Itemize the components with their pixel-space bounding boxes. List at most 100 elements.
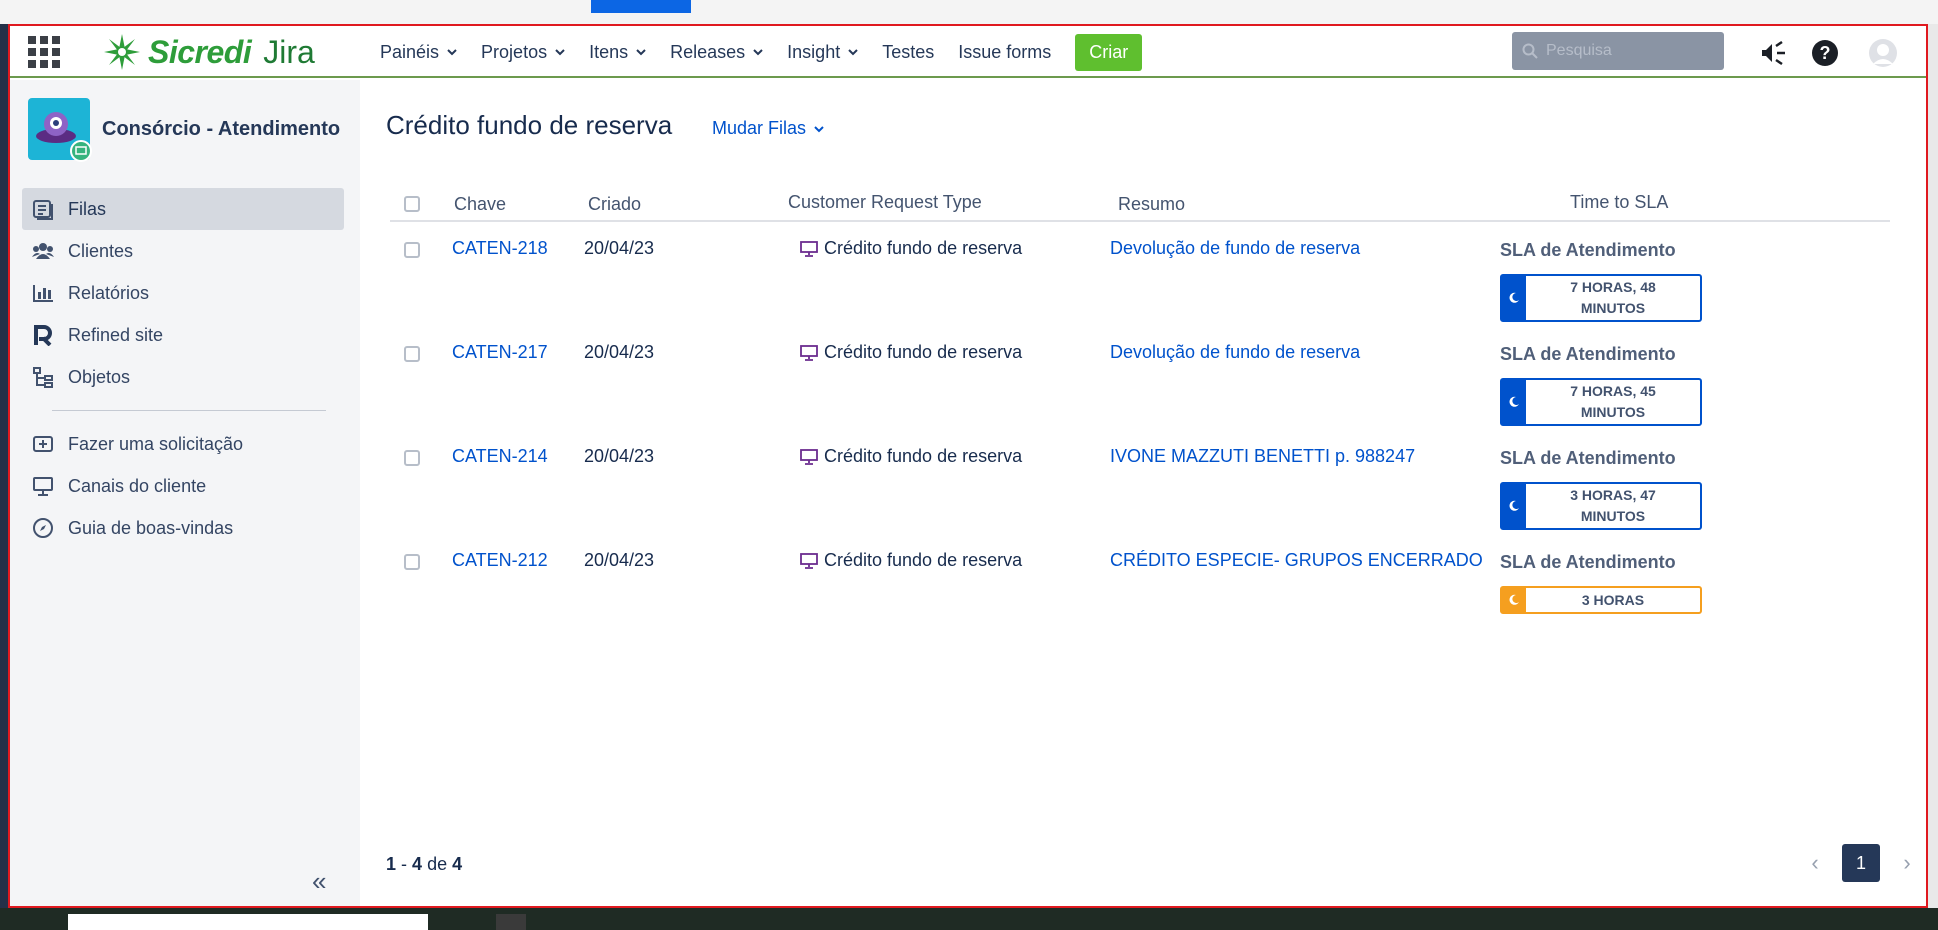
- page-of-label: de: [427, 854, 448, 874]
- sla-remaining: 7 HORAS, 45 MINUTOS: [1526, 380, 1700, 424]
- sla-title: SLA de Atendimento: [1500, 448, 1676, 468]
- project-header[interactable]: Consórcio - Atendimento: [28, 98, 341, 162]
- logo[interactable]: Sicredi Jira: [102, 32, 315, 72]
- sidebar-item-label: Refined site: [68, 324, 164, 345]
- browser-top-strip: [0, 0, 1938, 24]
- request-type-label: Crédito fundo de reserva: [824, 446, 1023, 466]
- reports-icon: [32, 282, 54, 304]
- menu-insight[interactable]: Insight: [787, 42, 858, 63]
- table-row[interactable]: CATEN-212 20/04/23 Crédito fundo de rese…: [390, 542, 1890, 646]
- sidebar-item-canais-cliente[interactable]: Canais do cliente: [22, 465, 344, 507]
- menu-testes[interactable]: Testes: [882, 42, 934, 63]
- summary-link[interactable]: IVONE MAZZUTI BENETTI p. 988247: [1110, 446, 1415, 467]
- sidebar-item-filas[interactable]: Filas: [22, 188, 344, 230]
- taskbar: [0, 908, 1938, 930]
- issue-key-link[interactable]: CATEN-217: [452, 342, 548, 363]
- chevron-down-icon: [814, 125, 824, 132]
- service-badge-icon: [70, 140, 92, 162]
- sidebar-item-label: Guia de boas-vindas: [68, 517, 234, 538]
- sidebar-list: Filas Clientes Relatórios Refined site O…: [22, 188, 344, 549]
- column-time-to-sla[interactable]: Time to SLA: [1570, 192, 1668, 213]
- table-row[interactable]: CATEN-214 20/04/23 Crédito fundo de rese…: [390, 438, 1890, 542]
- monitor-icon: [32, 475, 54, 497]
- app-switcher-icon[interactable]: [28, 36, 60, 68]
- menu-releases[interactable]: Releases: [670, 42, 763, 63]
- sla-remaining: 7 HORAS, 48 MINUTOS: [1526, 276, 1700, 320]
- issue-key-link[interactable]: CATEN-218: [452, 238, 548, 259]
- switch-queues-button[interactable]: Mudar Filas: [712, 118, 824, 139]
- objects-icon: [32, 366, 54, 388]
- collapse-sidebar-icon[interactable]: «: [312, 866, 326, 897]
- menu-issue-forms[interactable]: Issue forms: [958, 42, 1051, 63]
- previous-page-button[interactable]: ‹: [1796, 844, 1834, 882]
- created-date: 20/04/23: [584, 446, 655, 466]
- menu-label: Projetos: [481, 41, 548, 62]
- sidebar-item-clientes[interactable]: Clientes: [22, 230, 344, 272]
- create-button[interactable]: Criar: [1075, 33, 1143, 71]
- svg-text:?: ?: [1820, 43, 1831, 63]
- summary-link[interactable]: Devolução de fundo de reserva: [1110, 238, 1360, 259]
- table-row[interactable]: CATEN-218 20/04/23 Crédito fundo de rese…: [390, 230, 1890, 334]
- column-resumo[interactable]: Resumo: [1118, 194, 1185, 215]
- sla-line: MINUTOS: [1580, 404, 1646, 420]
- search-box[interactable]: [1512, 32, 1724, 70]
- menu-itens[interactable]: Itens: [589, 42, 646, 63]
- column-chave[interactable]: Chave: [454, 194, 506, 215]
- sidebar-item-refined-site[interactable]: Refined site: [22, 314, 344, 356]
- compass-icon: [32, 517, 54, 539]
- help-icon[interactable]: ?: [1810, 38, 1840, 68]
- customers-icon: [32, 240, 54, 262]
- select-all-checkbox[interactable]: [404, 196, 420, 212]
- sidebar-item-label: Clientes: [68, 240, 134, 261]
- taskbar-item[interactable]: [496, 914, 526, 930]
- page-total: 4: [452, 854, 463, 874]
- project-name: Consórcio - Atendimento: [102, 117, 341, 140]
- sidebar-item-objetos[interactable]: Objetos: [22, 356, 344, 398]
- table-header: Chave Criado Customer Request Type Resum…: [390, 190, 1890, 222]
- refined-icon: [32, 324, 54, 346]
- page-to: 4: [412, 854, 423, 874]
- issue-key-link[interactable]: CATEN-214: [452, 446, 548, 467]
- menu-projetos[interactable]: Projetos: [481, 42, 565, 63]
- row-checkbox[interactable]: [404, 242, 420, 258]
- page-from: 1: [386, 854, 397, 874]
- sidebar-item-label: Canais do cliente: [68, 475, 207, 496]
- request-type-label: Crédito fundo de reserva: [824, 550, 1023, 570]
- chevron-down-icon: [555, 49, 565, 56]
- avatar[interactable]: [1868, 38, 1898, 68]
- search-input[interactable]: [1546, 42, 1706, 60]
- sla-line: 7 HORAS, 45: [1570, 383, 1656, 399]
- sla-title: SLA de Atendimento: [1500, 240, 1676, 260]
- row-checkbox[interactable]: [404, 346, 420, 362]
- sidebar-item-label: Objetos: [68, 366, 131, 387]
- summary-link[interactable]: Devolução de fundo de reserva: [1110, 342, 1360, 363]
- switch-queues-label: Mudar Filas: [712, 118, 807, 138]
- column-request-type[interactable]: Customer Request Type: [788, 192, 982, 213]
- window-scroll-edge: [1928, 24, 1938, 908]
- sla-title: SLA de Atendimento: [1500, 552, 1676, 572]
- sidebar-item-fazer-solicitacao[interactable]: Fazer uma solicitação: [22, 423, 344, 465]
- monitor-icon: [800, 448, 818, 465]
- table-row[interactable]: CATEN-217 20/04/23 Crédito fundo de rese…: [390, 334, 1890, 438]
- page-button-current[interactable]: 1: [1842, 844, 1880, 882]
- summary-link[interactable]: CRÉDITO ESPECIE- GRUPOS ENCERRADO: [1110, 550, 1483, 571]
- sidebar-item-relatorios[interactable]: Relatórios: [22, 272, 344, 314]
- pagination-count: 1 - 4 de 4: [386, 854, 462, 875]
- row-checkbox[interactable]: [404, 450, 420, 466]
- sla-line: 3 HORAS, 47: [1570, 487, 1656, 503]
- sla-title: SLA de Atendimento: [1500, 344, 1676, 364]
- issue-key-link[interactable]: CATEN-212: [452, 550, 548, 571]
- taskbar-window[interactable]: [68, 914, 428, 930]
- megaphone-icon[interactable]: [1758, 38, 1788, 68]
- sla-line: MINUTOS: [1580, 508, 1646, 524]
- sla-remaining: 3 HORAS, 47 MINUTOS: [1526, 484, 1700, 528]
- sidebar-item-guia-boas-vindas[interactable]: Guia de boas-vindas: [22, 507, 344, 549]
- row-checkbox[interactable]: [404, 554, 420, 570]
- next-page-button[interactable]: ›: [1888, 844, 1926, 882]
- sicredi-logo-icon: [104, 34, 140, 70]
- column-criado[interactable]: Criado: [588, 194, 641, 215]
- sla-badge-warning: 3 HORAS: [1500, 586, 1702, 614]
- request-type: Crédito fundo de reserva: [800, 550, 1022, 571]
- jira-window: Sicredi Jira Painéis Projetos Itens Rele…: [8, 24, 1928, 908]
- menu-paineis[interactable]: Painéis: [380, 42, 457, 63]
